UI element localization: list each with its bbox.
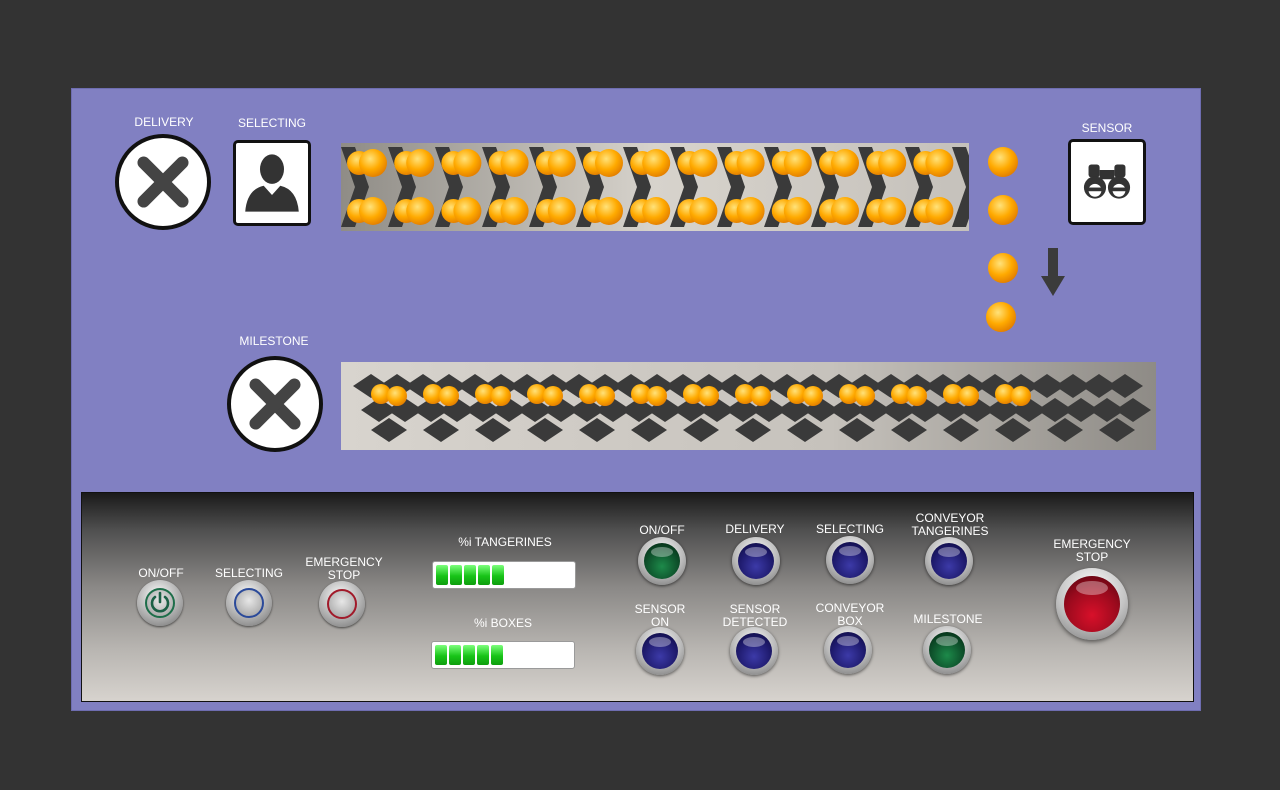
progress-segment [464, 565, 476, 585]
selecting-control-label: SELECTING [214, 566, 283, 580]
tangerine [500, 197, 529, 225]
binoculars-icon [1083, 164, 1131, 199]
lamp-selecting [826, 536, 874, 584]
lamp-conveyor-box [824, 626, 872, 674]
tangerines-bar-label: %i TANGERINES [458, 535, 552, 549]
tangerine [406, 197, 435, 225]
box-tangerine [595, 386, 615, 406]
falling-tangerine [988, 253, 1018, 283]
progress-segment [477, 645, 489, 665]
x-circle-icon [249, 378, 301, 430]
tangerine [831, 197, 859, 225]
tangerine [595, 197, 623, 225]
box-tangerine [751, 386, 771, 406]
big-emergency-label-2: STOP [1075, 550, 1109, 564]
tangerines-progress-bar [432, 561, 576, 589]
progress-segment [491, 645, 503, 665]
falling-tangerine [988, 147, 1018, 177]
tangerine [783, 149, 812, 177]
box-conveyor [341, 362, 1156, 450]
tangerine [595, 149, 623, 177]
box-tangerine [699, 386, 719, 406]
tangerine [783, 197, 812, 225]
lamp-onoff [638, 537, 686, 585]
progress-segment [463, 645, 475, 665]
box-tangerine [543, 386, 563, 406]
tangerine [878, 149, 907, 177]
progress-segment [435, 645, 447, 665]
lamp-milestone-label: MILESTONE [913, 612, 983, 626]
progress-segment [492, 565, 504, 585]
lamp-delivery [732, 537, 780, 585]
box-tangerine [1011, 386, 1031, 406]
tangerine [689, 149, 718, 177]
lamp-delivery-label: DELIVERY [725, 522, 785, 536]
emergency-label-line2: STOP [327, 568, 361, 582]
tangerine [831, 149, 859, 177]
falling-tangerine [988, 195, 1018, 225]
tangerine [500, 149, 529, 177]
box-tangerine [907, 386, 927, 406]
boxes-bar-label: %i BOXES [473, 616, 533, 630]
emergency-stop-button[interactable] [1056, 568, 1128, 640]
falling-tangerines [986, 147, 1018, 332]
progress-segment [449, 645, 461, 665]
tangerine [547, 197, 576, 225]
tangerine [736, 149, 765, 177]
box-tangerine [491, 386, 511, 406]
box-tangerine [855, 386, 875, 406]
milestone-label: MILESTONE [239, 334, 309, 348]
falling-tangerine [986, 302, 1016, 332]
progress-segment [450, 565, 462, 585]
tangerine [925, 149, 954, 177]
tangerine [406, 149, 435, 177]
lamp-selecting-label: SELECTING [815, 522, 884, 536]
lamp-milestone [923, 626, 971, 674]
power-icon [150, 591, 170, 613]
box-tangerine [387, 386, 407, 406]
boxes-progress-bar [431, 641, 575, 669]
milestone-x-button[interactable] [227, 356, 323, 452]
onoff-button[interactable] [137, 580, 183, 626]
progress-segment [436, 565, 448, 585]
box-tangerine [803, 386, 823, 406]
selecting-control-button[interactable] [226, 580, 272, 626]
user-silhouette-icon [245, 154, 299, 212]
lamp-sensor-detected [730, 627, 778, 675]
tangerine [453, 149, 482, 177]
emergency-stop-small-button[interactable] [319, 581, 365, 627]
tangerine [736, 197, 765, 225]
tangerine [547, 149, 576, 177]
progress-segment [478, 565, 490, 585]
onoff-label: ON/OFF [138, 566, 184, 580]
tangerine-conveyor [341, 143, 969, 231]
x-circle-icon [137, 156, 189, 208]
lamp-onoff-label: ON/OFF [639, 523, 685, 537]
delivery-x-button[interactable] [115, 134, 211, 230]
boxes-progress-fill [435, 645, 503, 665]
tangerine [642, 197, 671, 225]
tangerine [878, 197, 907, 225]
sensor-button[interactable] [1068, 139, 1146, 225]
arrow-down-icon [1041, 248, 1065, 296]
delivery-label: DELIVERY [134, 115, 194, 129]
sensor-label: SENSOR [1081, 121, 1133, 135]
box-tangerine [647, 386, 667, 406]
tangerine [925, 197, 954, 225]
box-tangerine [959, 386, 979, 406]
tangerine [689, 197, 718, 225]
lamp-sensor-on [636, 627, 684, 675]
selecting-button[interactable] [233, 140, 311, 226]
tangerine [359, 149, 387, 177]
tangerine [453, 197, 482, 225]
box-tangerine [439, 386, 459, 406]
lamp-conveyor-tangerines [925, 537, 973, 585]
tangerine [359, 197, 387, 225]
selecting-label: SELECTING [237, 116, 306, 130]
tangerines-progress-fill [436, 565, 504, 585]
tangerine [642, 149, 671, 177]
